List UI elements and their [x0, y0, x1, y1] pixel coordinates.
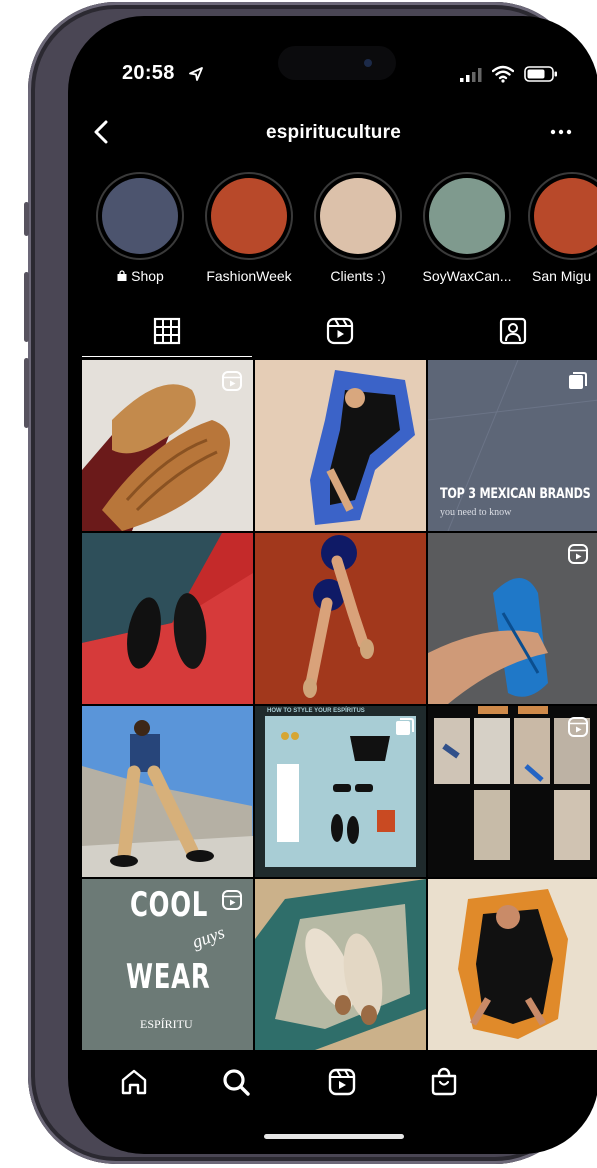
carousel-badge-icon [396, 718, 414, 735]
highlight-cover [320, 178, 396, 254]
highlight-ring [423, 172, 511, 260]
highlight-soywaxcandles[interactable]: SoyWaxCan... [417, 172, 517, 284]
post-thumbnail[interactable] [428, 879, 597, 1050]
highlight-cover [534, 178, 597, 254]
shopping-bag-icon [117, 270, 127, 281]
post-overlay-cool: COOL [130, 885, 209, 925]
active-tab-indicator [82, 356, 252, 357]
highlight-label: Clients :) [330, 268, 386, 284]
volume-up-button [24, 272, 29, 342]
highlight-ring [528, 172, 597, 260]
highlight-ring [96, 172, 184, 260]
post-overlay-logo: ESPÍRITU [140, 1017, 193, 1031]
reels-tab-icon[interactable] [325, 316, 355, 346]
highlight-shop[interactable]: Shop [90, 172, 190, 284]
reel-badge-icon [568, 544, 588, 564]
post-thumbnail[interactable] [82, 360, 253, 531]
home-icon[interactable] [118, 1066, 150, 1098]
dynamic-island [278, 46, 396, 80]
reel-badge-icon [222, 371, 242, 391]
post-thumbnail[interactable] [255, 360, 426, 531]
highlight-fashionweek[interactable]: FashionWeek [199, 172, 299, 284]
highlight-clients[interactable]: Clients :) [308, 172, 408, 284]
post-image [82, 706, 253, 877]
post-overlay-guys: guys [189, 921, 228, 953]
post-overlay-title: TOP 3 MEXICAN BRANDS [440, 486, 591, 502]
highlight-label: SoyWaxCan... [422, 268, 512, 284]
home-indicator [264, 1134, 404, 1139]
more-options-button[interactable] [546, 122, 576, 142]
post-image [82, 533, 253, 704]
post-image [255, 879, 426, 1050]
highlight-label: San Migu [532, 268, 592, 284]
reel-badge-icon [568, 717, 588, 737]
volume-down-button [24, 358, 29, 428]
post-overlay-wear: WEAR [126, 957, 211, 997]
post-thumbnail[interactable] [82, 706, 253, 877]
screen: 20:58 espirituculture Shop FashionWeek C… [68, 16, 597, 1154]
post-thumbnail[interactable]: COOL guys WEAR ESPÍRITU [82, 879, 253, 1050]
post-thumbnail[interactable] [428, 706, 597, 877]
phone-frame: 20:58 espirituculture Shop FashionWeek C… [24, 2, 597, 1164]
highlight-label: Shop [131, 268, 164, 284]
shop-icon[interactable] [428, 1066, 460, 1098]
highlight-san-miguel[interactable]: San Migu [526, 172, 597, 284]
highlight-label: FashionWeek [206, 268, 292, 284]
highlight-ring [314, 172, 402, 260]
wifi-icon [492, 65, 514, 83]
highlight-cover [211, 178, 287, 254]
cellular-signal-icon [460, 68, 482, 82]
carousel-badge-icon [569, 372, 587, 389]
post-thumbnail[interactable] [82, 533, 253, 704]
reels-icon[interactable] [326, 1066, 358, 1098]
post-thumbnail[interactable] [255, 879, 426, 1050]
post-thumbnail[interactable] [428, 533, 597, 704]
post-image [255, 360, 426, 531]
post-image [255, 533, 426, 704]
grid-icon[interactable] [152, 316, 182, 346]
profile-username: espirituculture [266, 122, 401, 143]
reel-badge-icon [222, 890, 242, 910]
location-arrow-icon [189, 67, 203, 81]
post-thumbnail[interactable]: HOW TO STYLE YOUR ESPÍRITUS [255, 706, 426, 877]
highlight-ring [205, 172, 293, 260]
highlight-cover [102, 178, 178, 254]
highlight-cover [429, 178, 505, 254]
post-overlay-subtitle: you need to know [440, 507, 512, 518]
mute-switch [24, 202, 29, 236]
posts-grid: TOP 3 MEXICAN BRANDS you need to know HO… [82, 360, 597, 1050]
search-icon[interactable] [220, 1066, 252, 1098]
battery-icon [524, 66, 557, 82]
post-banner-text: HOW TO STYLE YOUR ESPÍRITUS [267, 708, 365, 714]
tagged-icon[interactable] [498, 316, 528, 346]
post-image [428, 879, 597, 1050]
post-thumbnail[interactable]: TOP 3 MEXICAN BRANDS you need to know [428, 360, 597, 531]
status-time: 20:58 [122, 62, 175, 84]
post-thumbnail[interactable] [255, 533, 426, 704]
